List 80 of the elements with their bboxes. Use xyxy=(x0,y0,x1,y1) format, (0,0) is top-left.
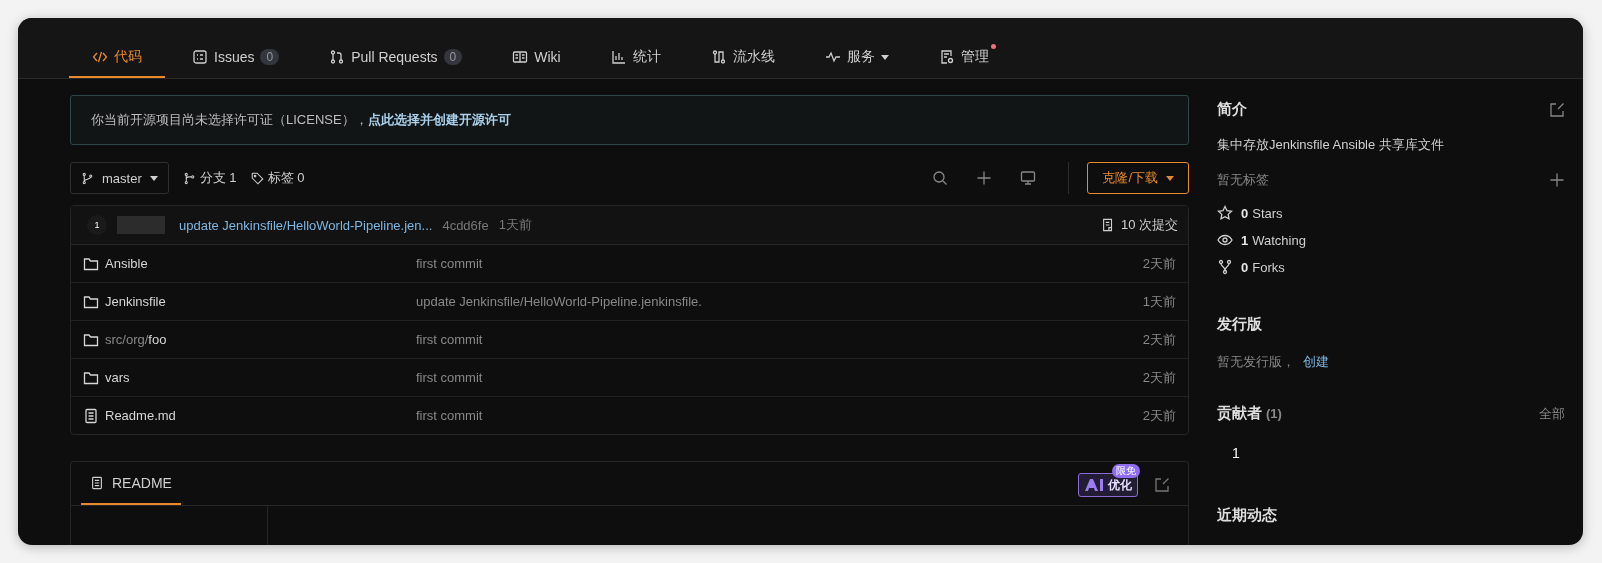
file-time: 1天前 xyxy=(1142,292,1176,311)
commit-message: first commit xyxy=(416,256,484,271)
stat-link[interactable]: 0 Forks xyxy=(1217,259,1565,275)
section-title: 简介 xyxy=(1217,100,1247,119)
document-icon xyxy=(83,407,99,424)
commits-link[interactable]: 10 次提交 xyxy=(1100,216,1178,234)
nav-tab[interactable]: 服务 xyxy=(801,38,912,78)
contributor-avatar[interactable]: 1 xyxy=(1232,445,1565,461)
count-badge: 0 xyxy=(443,49,463,65)
section-title: 发行版 xyxy=(1217,315,1263,334)
stat-link[interactable]: 0 Stars xyxy=(1217,205,1565,221)
document-icon xyxy=(90,476,104,490)
license-link[interactable]: 点此选择并创建开源许可 xyxy=(367,112,511,127)
license-notice: 你当前开源项目尚未选择许可证（LICENSE），点此选择并创建开源许可 xyxy=(70,95,1189,145)
commit-message: first commit xyxy=(416,370,484,385)
all-link[interactable]: 全部 xyxy=(1539,404,1565,423)
nav-tab[interactable]: 代码 xyxy=(69,38,165,78)
section-title: 近期动态 xyxy=(1217,506,1278,525)
tags-link[interactable]: 标签 0 xyxy=(250,169,305,187)
star-icon xyxy=(1217,205,1233,221)
pull-request-icon xyxy=(329,49,346,65)
commit-message: first commit xyxy=(416,332,484,347)
branches-link[interactable]: 分支 1 xyxy=(182,169,237,187)
file-time: 2天前 xyxy=(1142,330,1176,349)
commit-time: 1天前 xyxy=(498,216,532,234)
document-icon xyxy=(1100,218,1115,232)
count-badge: 0 xyxy=(260,49,280,65)
folder-icon xyxy=(83,331,99,348)
code-icon xyxy=(92,49,108,65)
nav-tab[interactable]: 统计 xyxy=(587,38,684,78)
search-icon xyxy=(932,170,949,186)
promo-badge: 限免 xyxy=(1112,464,1140,478)
nav-tab[interactable]: Pull Requests 0 xyxy=(306,38,486,78)
commit-hash[interactable]: 4cdd6fe xyxy=(442,217,489,233)
no-releases-text: 暂无发行版， xyxy=(1217,353,1295,371)
contributors-count: (1) xyxy=(1266,406,1282,421)
commit-message-link[interactable]: update Jenkinsfile/HelloWorld-Pipeline.jen... xyxy=(179,217,433,233)
book-icon xyxy=(512,49,529,65)
pulse-icon xyxy=(824,49,841,65)
file-time: 2天前 xyxy=(1142,406,1176,425)
section-title: 贡献者 xyxy=(1217,404,1262,423)
branch-icon xyxy=(81,171,94,185)
branch-icon xyxy=(182,171,196,185)
nav-tab[interactable]: Wiki xyxy=(489,38,584,78)
folder-icon xyxy=(83,293,99,310)
branch-dropdown[interactable]: master xyxy=(70,162,169,194)
create-link[interactable]: 创建 xyxy=(1303,353,1329,371)
ai-icon xyxy=(1084,478,1106,492)
tag-icon xyxy=(250,171,264,185)
file-name-link[interactable]: src/org/foo xyxy=(83,331,416,348)
repo-description: 集中存放Jenkinsfile Ansible 共享库文件 xyxy=(1217,136,1445,154)
file-name-link[interactable]: Ansible xyxy=(83,255,416,272)
fork-icon xyxy=(1217,259,1233,275)
readme-tab[interactable]: README xyxy=(81,463,181,505)
nav-tab[interactable]: 流水线 xyxy=(687,38,798,78)
plus-icon xyxy=(1549,172,1565,188)
bar-chart-icon xyxy=(610,49,627,65)
commit-message: first commit xyxy=(416,408,484,423)
file-name-link[interactable]: Readme.md xyxy=(83,407,416,424)
commit-message: update Jenkinsfile/HelloWorld-Pipeline.jenkinsfile. xyxy=(416,294,703,309)
edit-icon xyxy=(1154,477,1170,493)
file-time: 2天前 xyxy=(1142,368,1176,387)
nav-tab[interactable]: Issues 0 xyxy=(169,38,303,78)
edit-icon xyxy=(1549,101,1565,118)
folder-icon xyxy=(83,369,99,386)
avatar: 1 xyxy=(87,215,107,235)
monitor-icon xyxy=(1020,170,1037,186)
settings-document-icon xyxy=(938,49,955,65)
file-time: 2天前 xyxy=(1142,254,1176,273)
pipeline-icon xyxy=(710,49,727,65)
plus-icon xyxy=(976,170,993,186)
issue-icon xyxy=(192,49,208,65)
clone-download-button[interactable]: 克隆/下载 xyxy=(1087,162,1189,194)
file-name-link[interactable]: vars xyxy=(83,369,416,386)
eye-icon xyxy=(1217,232,1233,248)
file-name-link[interactable]: Jenkinsfile xyxy=(83,293,416,310)
nav-tab[interactable]: 管理 xyxy=(915,38,1012,78)
folder-icon xyxy=(83,255,99,272)
no-tags-text: 暂无标签 xyxy=(1217,171,1269,189)
stat-link[interactable]: 1 Watching xyxy=(1217,232,1565,248)
